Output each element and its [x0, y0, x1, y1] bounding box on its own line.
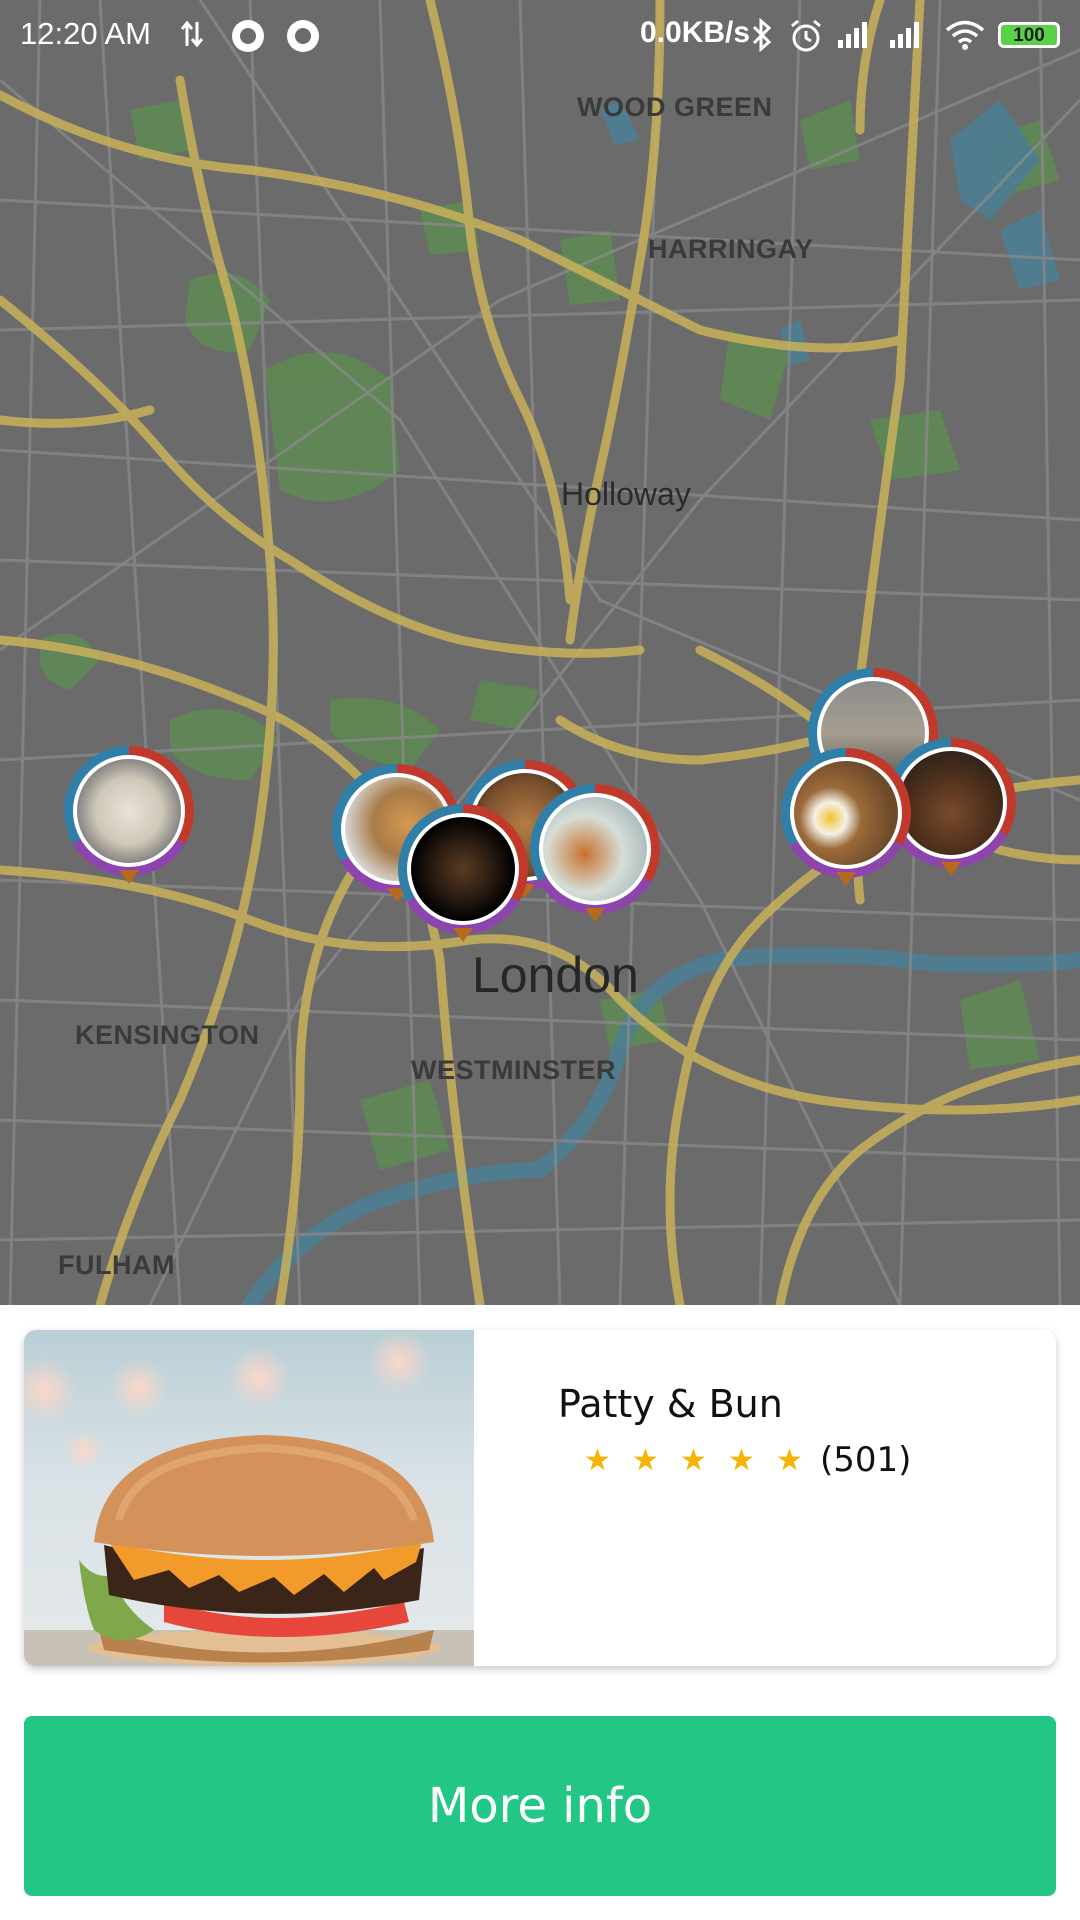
map-label-wood-green: WOOD GREEN: [577, 92, 773, 122]
restaurant-marker-1[interactable]: [64, 746, 194, 886]
rating: ★ ★ ★ ★ ★ (501): [584, 1438, 911, 1482]
data-transfer-icon: [180, 20, 204, 48]
record-icon: [232, 20, 264, 52]
status-bar: 12:20 AM 0.0KB/s 100: [0, 0, 1080, 72]
map-label-holloway: Holloway: [561, 476, 691, 512]
restaurant-marker-8[interactable]: [781, 748, 911, 888]
restaurant-photo: [24, 1330, 474, 1666]
battery-level: 100: [1013, 24, 1045, 46]
map-label-fulham: FULHAM: [58, 1250, 175, 1280]
alarm-icon: [791, 19, 821, 52]
battery-icon: 100: [998, 22, 1060, 48]
map-label-london: London: [472, 947, 639, 1003]
record-icon: [287, 20, 319, 52]
restaurant-marker-5[interactable]: [530, 784, 660, 924]
map-view[interactable]: WOOD GREEN HARRINGAY Holloway London KEN…: [0, 0, 1080, 1305]
more-info-button[interactable]: More info: [24, 1716, 1056, 1896]
food-photo: [543, 797, 647, 901]
map-label-kensington: KENSINGTON: [75, 1020, 260, 1050]
status-time: 12:20 AM: [20, 16, 151, 51]
burger-image: [24, 1330, 474, 1666]
network-speed: 0.0KB/s: [640, 16, 751, 49]
food-photo: [899, 751, 1003, 855]
review-count: (501): [820, 1440, 912, 1480]
map-label-westminster: WESTMINSTER: [411, 1055, 616, 1085]
map-label-harringay: HARRINGAY: [648, 234, 814, 264]
restaurant-name: Patty & Bun: [558, 1382, 783, 1426]
bluetooth-icon: [752, 18, 772, 52]
star-icon: ★: [776, 1443, 803, 1477]
star-icon: ★: [728, 1443, 755, 1477]
signal-icon: [890, 22, 919, 48]
map-base: [0, 0, 1080, 1305]
restaurant-card[interactable]: Patty & Bun ★ ★ ★ ★ ★ (501): [24, 1330, 1056, 1666]
food-photo: [411, 817, 515, 921]
restaurant-marker-4[interactable]: [398, 804, 528, 944]
food-photo: [77, 759, 181, 863]
food-photo: [794, 761, 898, 865]
star-icon: ★: [584, 1443, 611, 1477]
signal-icon: [838, 22, 867, 48]
star-icon: ★: [632, 1443, 659, 1477]
star-icon: ★: [680, 1443, 707, 1477]
wifi-icon: [945, 20, 985, 50]
